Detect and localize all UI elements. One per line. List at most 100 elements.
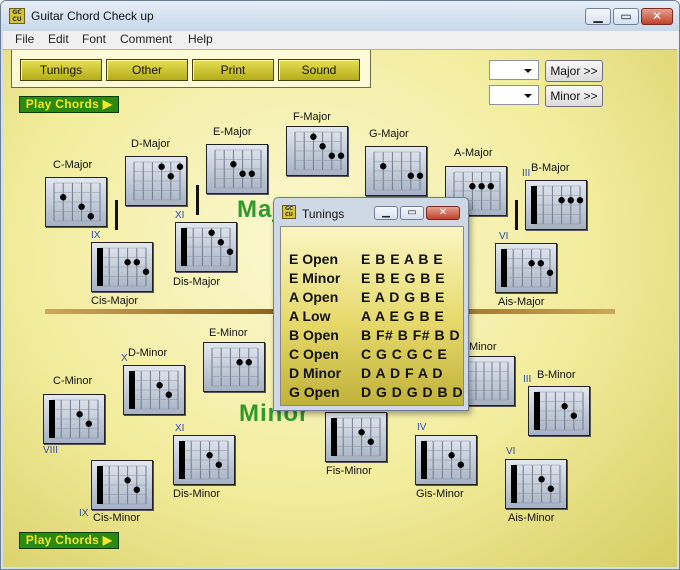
chord-diagram[interactable] [495, 243, 557, 293]
chord-diagram[interactable] [325, 412, 387, 462]
chord-label: Ais-Minor [508, 512, 555, 524]
barre-mark [97, 248, 103, 286]
chord-grid [421, 440, 471, 480]
tuning-name: E Open [289, 251, 339, 267]
tunings-dialog: GC CU Tunings ▁ ▭ ✕ E Open E B E A B E E … [273, 197, 469, 411]
chord-diagram[interactable] [286, 126, 348, 176]
fret-number: XI [175, 210, 185, 221]
chord-grid [211, 347, 259, 387]
chord-label: C-Minor [53, 375, 93, 387]
finger-dot [358, 429, 365, 436]
tuning-name: A Open [289, 289, 339, 305]
chord-label: D-Minor [128, 347, 168, 359]
chord-label: E-Minor [209, 327, 248, 339]
menu-comment[interactable]: Comment [120, 32, 172, 46]
finger-dot [380, 163, 387, 170]
finger-dot [328, 152, 335, 159]
tunings-button[interactable]: Tunings [20, 59, 102, 81]
chord-label: C-Major [53, 159, 93, 171]
chord-diagram[interactable] [206, 144, 268, 194]
finger-dot [215, 461, 222, 468]
barre-mark [179, 441, 185, 479]
finger-dot [478, 183, 485, 190]
print-button[interactable]: Print [192, 59, 274, 81]
chord-diagram[interactable] [43, 394, 105, 444]
dialog-maximize-button[interactable]: ▭ [400, 206, 424, 220]
chord-diagram[interactable] [175, 222, 237, 272]
chord-label: Cis-Major [91, 295, 139, 307]
finger-dot [230, 161, 237, 168]
tuning-name: B Open [289, 327, 339, 343]
chord-grid [133, 161, 184, 201]
window-title: Guitar Chord Check up [31, 9, 154, 23]
finger-dot [310, 133, 317, 140]
chord-diagram[interactable] [125, 156, 187, 206]
chord-diagram[interactable] [525, 180, 587, 230]
finger-dot [60, 194, 67, 201]
fret-number: IX [91, 230, 101, 241]
finger-dot [124, 477, 131, 484]
barre-mark [531, 186, 537, 224]
menu-font[interactable]: Font [82, 32, 106, 46]
finger-dot [538, 476, 545, 483]
finger-dot [319, 143, 326, 150]
chord-diagram[interactable] [365, 146, 427, 196]
chord-diagram[interactable] [528, 386, 590, 436]
tuning-name: D Minor [289, 365, 342, 381]
menu-file[interactable]: File [15, 32, 34, 46]
finger-dot [133, 486, 140, 493]
minor-select[interactable] [489, 85, 539, 105]
dialog-minimize-button[interactable]: ▁ [374, 206, 398, 220]
chord-label: E-Major [213, 126, 252, 138]
barre-mark [181, 228, 187, 266]
menu-help[interactable]: Help [188, 32, 213, 46]
tuning-notes: E B E A B E [361, 251, 444, 267]
chord-label: F-Major [293, 111, 331, 123]
finger-dot [236, 359, 243, 366]
minor-scale-button[interactable]: Minor >> [545, 85, 603, 107]
menu-bar: File Edit Font Comment Help [3, 31, 679, 49]
menu-edit[interactable]: Edit [48, 32, 69, 46]
major-scale-button[interactable]: Major >> [545, 60, 603, 82]
other-button[interactable]: Other [106, 59, 188, 81]
chord-diagram[interactable] [415, 435, 477, 485]
tuning-name: A Low [289, 308, 331, 324]
chord-label: Gis-Minor [416, 488, 464, 500]
chord-label: Minor [469, 341, 497, 353]
tuning-name: E Minor [289, 270, 341, 286]
finger-dot [133, 259, 140, 266]
fret-number: VI [506, 446, 516, 457]
barre-mark [511, 465, 517, 503]
sound-button[interactable]: Sound [278, 59, 360, 81]
fret-number: XI [175, 423, 185, 434]
chord-diagram[interactable] [91, 242, 153, 292]
chord-diagram[interactable] [505, 459, 567, 509]
dialog-close-button[interactable]: ✕ [426, 206, 460, 220]
chord-label: B-Minor [537, 369, 576, 381]
chord-diagram[interactable] [91, 460, 153, 510]
chevron-down-icon [524, 69, 532, 73]
play-chords-major-button[interactable]: Play Chords ▶ [19, 96, 119, 113]
chord-label: Ais-Major [498, 296, 545, 308]
finger-dot [206, 452, 213, 459]
chord-grid [97, 465, 147, 505]
chord-label: B-Major [531, 162, 570, 174]
minimize-button[interactable]: ▁ [585, 8, 611, 25]
chord-diagram[interactable] [203, 342, 265, 392]
chord-diagram[interactable] [173, 435, 235, 485]
chord-diagram[interactable] [45, 177, 107, 227]
major-select[interactable] [489, 60, 539, 80]
finger-dot [558, 197, 565, 204]
finger-dot [528, 260, 535, 267]
finger-dot [448, 452, 455, 459]
chord-diagram[interactable] [123, 365, 185, 415]
maximize-button[interactable]: ▭ [613, 8, 639, 25]
play-chords-minor-button[interactable]: Play Chords ▶ [19, 532, 119, 549]
title-bar[interactable]: GC CU Guitar Chord Check up ▁ ▭ ✕ [1, 1, 679, 31]
close-button[interactable]: ✕ [641, 8, 673, 25]
finger-dot [457, 461, 464, 468]
fret-number: IX [79, 508, 89, 519]
finger-dot [85, 420, 92, 427]
finger-dot [142, 268, 150, 275]
finger-dot [567, 197, 574, 204]
